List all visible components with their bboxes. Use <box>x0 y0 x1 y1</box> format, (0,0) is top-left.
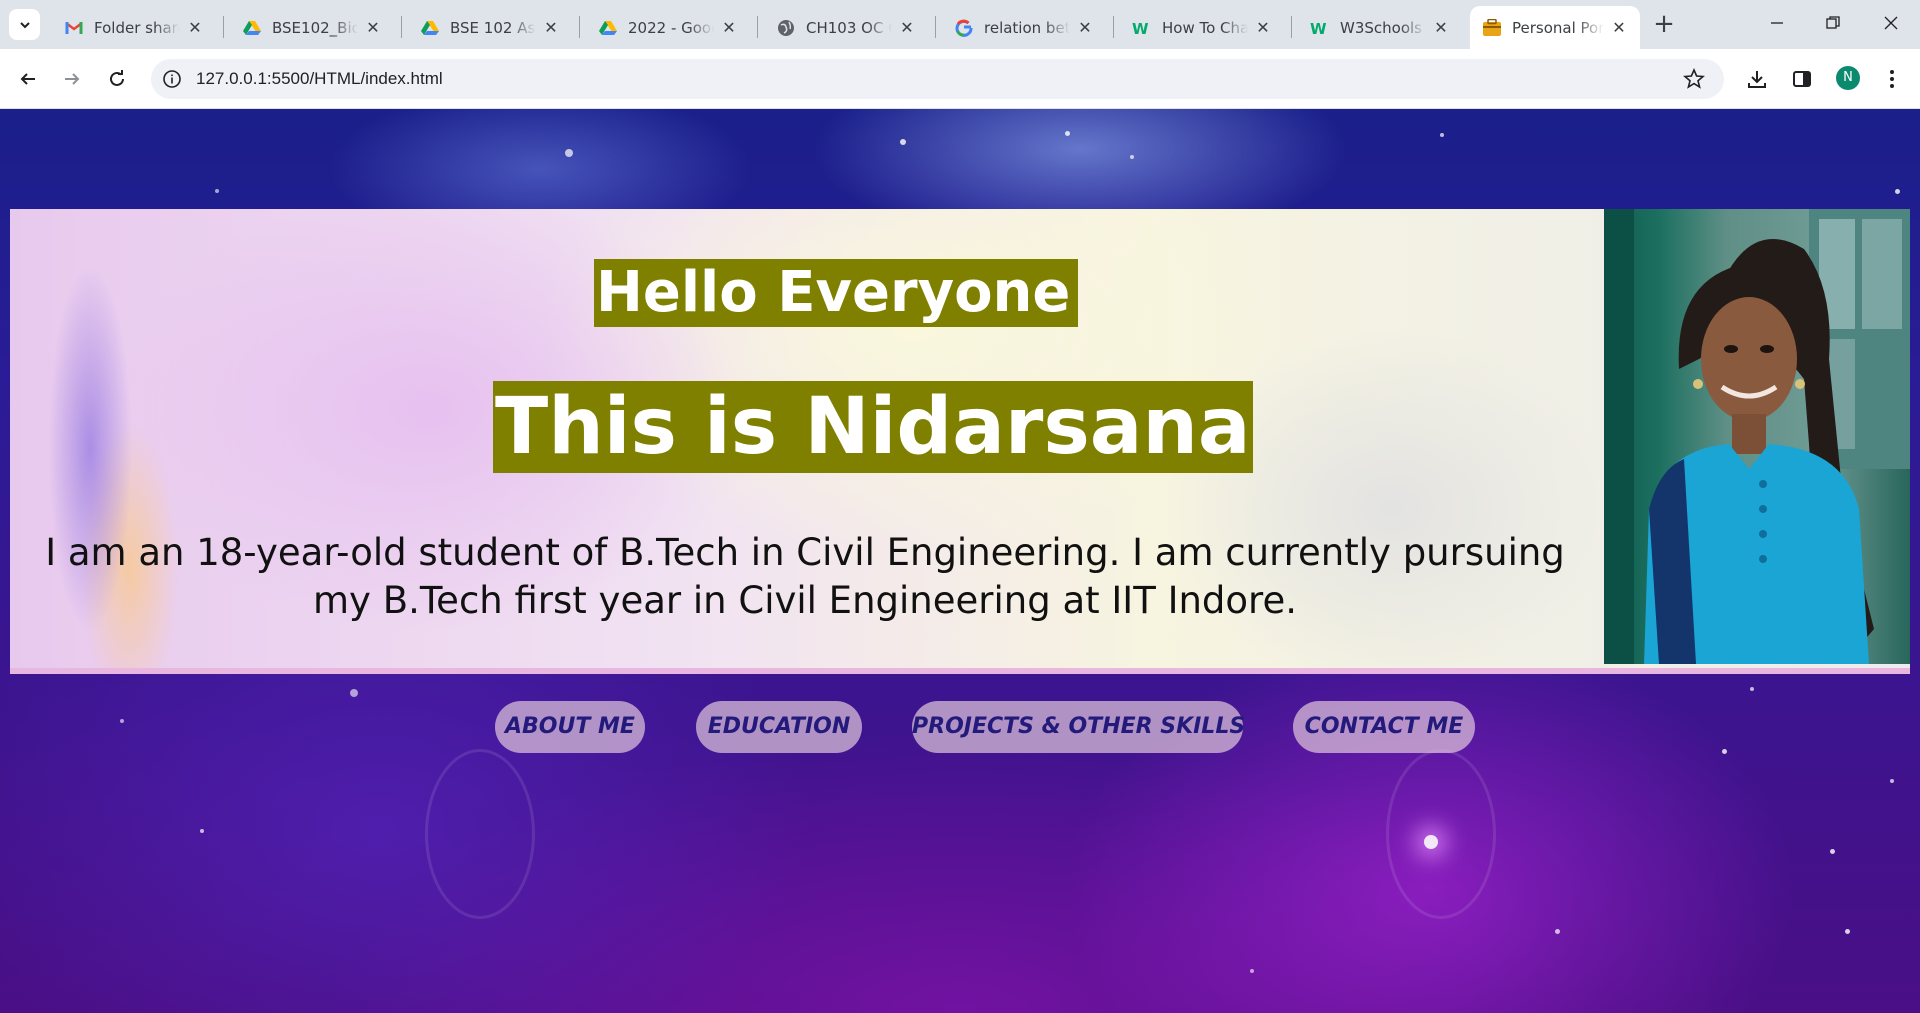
portfolio-icon <box>1482 18 1502 38</box>
close-icon[interactable]: ✕ <box>898 18 916 37</box>
tab-drive-2022[interactable]: 2022 - Google Drive ✕ <box>586 6 750 49</box>
tab-how-to-change[interactable]: W How To Change ✕ <box>1120 6 1284 49</box>
tab-strip: Folder shared with you ✕ BSE102_Bioscien… <box>0 0 1920 49</box>
close-icon[interactable]: ✕ <box>1076 18 1094 37</box>
downloads-button[interactable] <box>1745 67 1769 91</box>
svg-text:W: W <box>1132 20 1149 36</box>
reload-icon <box>110 70 124 86</box>
chevron-down-icon <box>19 21 30 28</box>
tab-google-search[interactable]: relation between ✕ <box>942 6 1106 49</box>
tab-drive-assignment[interactable]: BSE 102 Assignment ✕ <box>408 6 572 49</box>
tab-personal-portfolio[interactable]: Personal Portfolio ✕ <box>1470 6 1640 49</box>
tab-drive-bse102[interactable]: BSE102_Bioscience ✕ <box>230 6 394 49</box>
forward-button[interactable] <box>57 64 87 94</box>
url-text[interactable]: 127.0.0.1:5500/HTML/index.html <box>196 69 443 89</box>
close-icon <box>1884 16 1898 30</box>
google-drive-icon <box>242 18 262 38</box>
globe-icon <box>776 18 796 38</box>
menu-button[interactable] <box>1880 67 1904 91</box>
nav-projects-skills-button[interactable]: PROJECTS & OTHER SKILLS <box>912 701 1245 753</box>
intro-paragraph: I am an 18-year-old student of B.Tech in… <box>45 531 1565 622</box>
watermark-logo <box>1386 749 1496 919</box>
close-icon[interactable]: ✕ <box>186 18 204 37</box>
watermark-logo <box>425 749 535 919</box>
minimize-button[interactable] <box>1762 8 1792 38</box>
tab-title: 2022 - Google Drive <box>628 18 714 37</box>
page-viewport: Hello Everyone This is Nidarsana I am an… <box>0 109 1920 1013</box>
nav-education-button[interactable]: EDUCATION <box>696 701 862 753</box>
close-icon[interactable]: ✕ <box>364 18 382 37</box>
google-drive-icon <box>420 18 440 38</box>
arrow-right-icon <box>65 73 80 85</box>
w3schools-icon: W <box>1132 18 1152 38</box>
close-window-button[interactable] <box>1876 8 1906 38</box>
tab-title: W3Schools Tryit <box>1340 18 1426 37</box>
close-icon[interactable]: ✕ <box>1254 18 1272 37</box>
tab-title: Folder shared with you <box>94 18 180 37</box>
tab-title: BSE 102 Assignment <box>450 18 536 37</box>
google-drive-icon <box>598 18 618 38</box>
reload-button[interactable] <box>102 64 132 94</box>
tab-title: Personal Portfolio <box>1512 18 1604 37</box>
close-icon[interactable]: ✕ <box>720 18 738 37</box>
tab-ch103[interactable]: CH103 OC CCW ✕ <box>764 6 928 49</box>
close-icon[interactable]: ✕ <box>1432 18 1450 37</box>
tab-w3schools-tryit[interactable]: W W3Schools Tryit ✕ <box>1298 6 1462 49</box>
browser-toolbar: 127.0.0.1:5500/HTML/index.html N <box>0 49 1920 109</box>
gmail-icon <box>64 18 84 38</box>
nav-contact-me-button[interactable]: CONTACT ME <box>1293 701 1475 753</box>
close-icon[interactable]: ✕ <box>1610 18 1628 37</box>
google-icon <box>954 18 974 38</box>
tab-title: BSE102_Bioscience <box>272 18 358 37</box>
tab-gmail[interactable]: Folder shared with you ✕ <box>52 6 216 49</box>
tab-title: CH103 OC CCW <box>806 18 892 37</box>
restore-icon <box>1826 16 1840 29</box>
star-icon[interactable] <box>1682 67 1706 91</box>
tab-title: relation between <box>984 18 1070 37</box>
w3schools-icon: W <box>1310 18 1330 38</box>
nav-about-me-button[interactable]: ABOUT ME <box>495 701 645 753</box>
info-icon[interactable] <box>161 68 183 90</box>
minimize-icon <box>1771 22 1783 24</box>
profile-avatar[interactable]: N <box>1836 66 1860 90</box>
greeting-heading: Hello Everyone <box>594 259 1079 327</box>
new-tab-button[interactable]: + <box>1650 10 1678 38</box>
side-panel-icon <box>1793 71 1811 87</box>
tab-title: How To Change <box>1162 18 1248 37</box>
hero-border <box>10 668 1910 674</box>
download-icon <box>1748 71 1766 88</box>
profile-photo <box>1604 209 1910 664</box>
close-icon[interactable]: ✕ <box>542 18 560 37</box>
more-vert-icon <box>1890 70 1894 88</box>
tab-search-button[interactable] <box>9 9 40 40</box>
restore-button[interactable] <box>1818 8 1848 38</box>
svg-text:W: W <box>1310 20 1327 36</box>
address-bar[interactable]: 127.0.0.1:5500/HTML/index.html <box>151 59 1724 99</box>
side-panel-button[interactable] <box>1790 67 1814 91</box>
name-heading: This is Nidarsana <box>493 381 1253 473</box>
back-button[interactable] <box>13 64 43 94</box>
arrow-left-icon <box>20 73 35 85</box>
